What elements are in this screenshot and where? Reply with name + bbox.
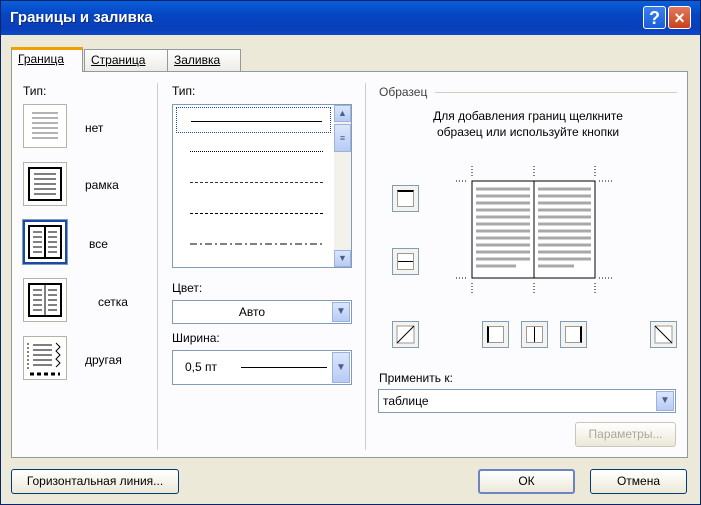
inside-horizontal-border-icon	[397, 253, 414, 270]
chevron-down-icon[interactable]: ▼	[332, 352, 350, 383]
diagonal-down-button[interactable]	[392, 321, 419, 348]
setting-box-icon	[28, 167, 62, 201]
top-border-button[interactable]	[392, 185, 419, 212]
chevron-down-icon[interactable]: ▼	[656, 391, 674, 411]
tab-borders[interactable]: Граница	[11, 47, 83, 72]
tab-shading[interactable]: Заливка	[167, 49, 241, 71]
left-border-icon	[487, 326, 504, 343]
setting-box-label: рамка	[85, 178, 119, 192]
options-button[interactable]: Параметры...	[575, 422, 676, 447]
dialog-title: Границы и заливка	[10, 9, 153, 26]
setting-all-icon	[28, 225, 62, 259]
top-border-icon	[397, 190, 414, 207]
right-border-button[interactable]	[560, 321, 587, 348]
style-option-dashed[interactable]	[176, 200, 331, 226]
width-label: Ширина:	[172, 331, 220, 345]
cancel-button[interactable]: Отмена	[590, 469, 687, 494]
chevron-down-icon[interactable]: ▼	[332, 302, 350, 322]
preview-sample[interactable]	[456, 166, 614, 296]
color-dropdown[interactable]: Авто ▼	[172, 300, 352, 324]
width-dropdown[interactable]: 0,5 пт ▼	[172, 350, 352, 385]
width-value: 0,5 пт	[185, 360, 218, 374]
inside-vertical-border-icon	[526, 326, 543, 343]
setting-grid-icon	[28, 283, 62, 317]
title-bar[interactable]: Границы и заливка ? ×	[1, 1, 700, 35]
close-button[interactable]: ×	[668, 6, 691, 29]
diagonal-down-button[interactable]	[650, 321, 677, 348]
horizontal-line-button[interactable]: Горизонтальная линия...	[11, 469, 179, 494]
setting-none-button[interactable]	[23, 104, 67, 148]
style-option-solid[interactable]	[176, 107, 331, 133]
setting-grid-button[interactable]	[23, 278, 67, 322]
ok-button[interactable]: ОК	[478, 469, 575, 494]
color-label: Цвет:	[172, 281, 203, 295]
borders-shading-dialog: Границы и заливка ? × Граница Страница З…	[0, 0, 701, 505]
setting-custom-label: другая	[85, 353, 122, 367]
preview-heading: Образец	[379, 85, 428, 99]
preview-hint-line1: Для добавления границ щелкните	[433, 109, 623, 123]
setting-none-label: нет	[85, 121, 104, 135]
style-scrollbar[interactable]: ▲ ≡ ▼	[334, 105, 351, 267]
setting-heading: Тип:	[23, 84, 47, 98]
right-border-icon	[565, 326, 582, 343]
setting-custom-button[interactable]	[23, 336, 67, 380]
preview-heading-line	[435, 92, 677, 93]
setting-none-icon	[32, 112, 58, 139]
setting-all-button[interactable]	[22, 219, 68, 265]
apply-to-value: таблице	[383, 394, 429, 408]
preview-hint-line2: образец или используйте кнопки	[436, 125, 620, 139]
color-value: Авто	[238, 305, 266, 319]
inside-horizontal-border-button[interactable]	[392, 248, 419, 275]
diagonal-up-icon	[396, 325, 415, 344]
setting-box-button[interactable]	[23, 162, 67, 206]
column-separator	[365, 83, 366, 450]
scroll-down-icon[interactable]: ▼	[334, 250, 351, 267]
style-option-dash-dot[interactable]	[176, 231, 331, 257]
help-button[interactable]: ?	[643, 6, 666, 29]
setting-custom-icon	[27, 342, 61, 376]
inside-vertical-border-button[interactable]	[521, 321, 548, 348]
style-option-dotted[interactable]	[176, 138, 331, 164]
left-border-button[interactable]	[482, 321, 509, 348]
setting-all-label: все	[89, 237, 108, 251]
diagonal-down-icon	[654, 325, 673, 344]
apply-to-label: Применить к:	[379, 371, 453, 385]
width-sample-line	[241, 367, 327, 368]
scroll-thumb[interactable]: ≡	[334, 124, 351, 152]
tab-page-border[interactable]: Страница	[84, 49, 168, 71]
setting-grid-label: сетка	[98, 295, 128, 309]
style-option-dashed-fine[interactable]	[176, 169, 331, 195]
apply-to-dropdown[interactable]: таблице ▼	[378, 389, 676, 413]
scroll-up-icon[interactable]: ▲	[334, 105, 351, 122]
style-listbox[interactable]: ▲ ≡ ▼	[172, 104, 352, 268]
column-separator	[157, 83, 158, 450]
style-heading: Тип:	[172, 84, 196, 98]
